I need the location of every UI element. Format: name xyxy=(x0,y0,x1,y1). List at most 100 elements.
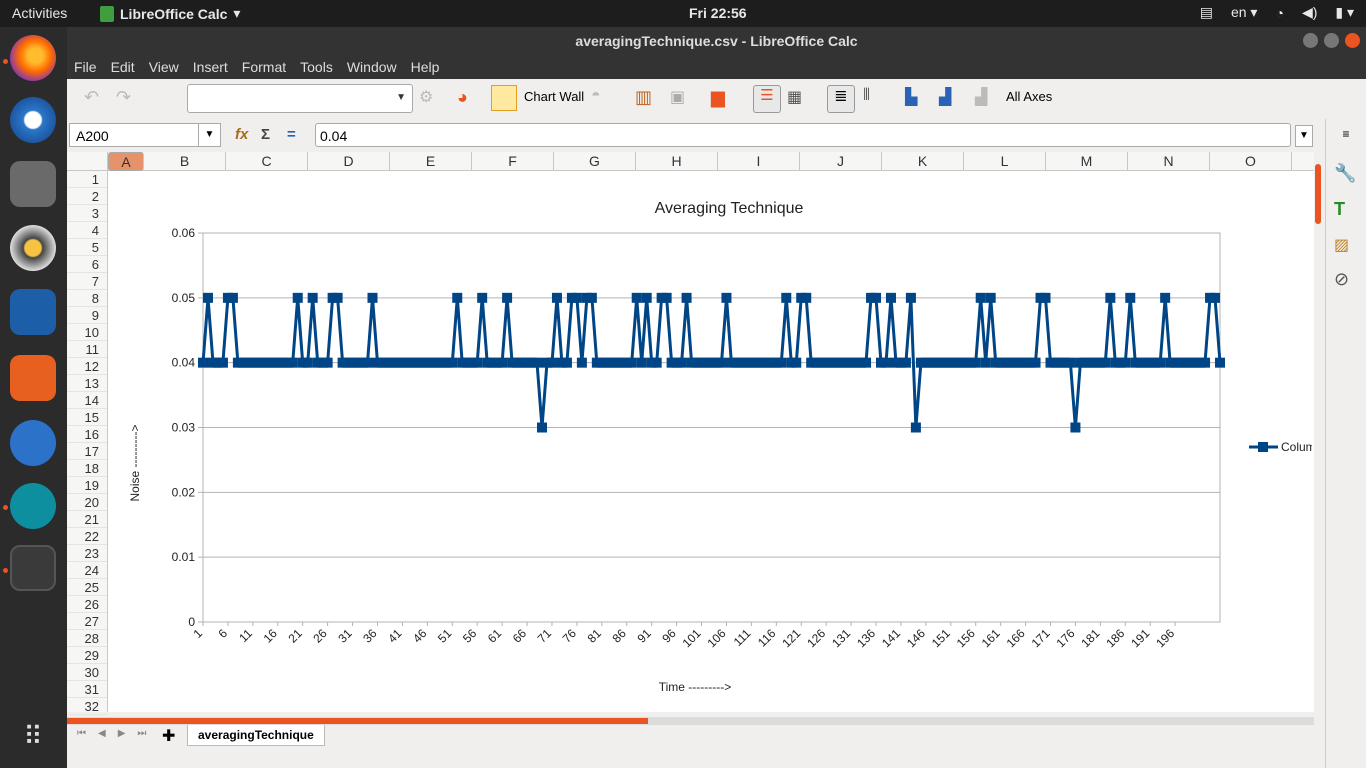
properties-icon[interactable]: 🔧 xyxy=(1334,163,1358,187)
chart-object[interactable]: Averaging Technique Time ---------> Nois… xyxy=(108,173,1314,712)
x-axis-label[interactable]: Time ---------> xyxy=(659,680,732,694)
data-point[interactable] xyxy=(497,357,508,368)
data-point[interactable] xyxy=(571,292,582,303)
row-header[interactable]: 25 xyxy=(67,579,107,596)
data-point[interactable] xyxy=(1030,357,1041,368)
insert-titles-icon[interactable]: ▆ xyxy=(711,87,735,111)
row-header[interactable]: 14 xyxy=(67,392,107,409)
row-header[interactable]: 29 xyxy=(67,647,107,664)
column-header[interactable]: H xyxy=(636,152,718,171)
data-point[interactable] xyxy=(292,292,303,303)
menu-format[interactable]: Format xyxy=(235,55,293,79)
language-indicator[interactable]: en ▾ xyxy=(1231,4,1258,21)
data-point[interactable] xyxy=(641,292,652,303)
data-point[interactable] xyxy=(1210,292,1221,303)
row-header[interactable]: 5 xyxy=(67,239,107,256)
menu-window[interactable]: Window xyxy=(340,55,404,79)
chart-element-select[interactable]: ▼ xyxy=(187,84,413,113)
chart-title[interactable]: Averaging Technique xyxy=(655,200,804,217)
data-point[interactable] xyxy=(1070,422,1081,433)
column-header[interactable]: I xyxy=(718,152,800,171)
undo-icon[interactable]: ↶ xyxy=(84,87,108,111)
data-point[interactable] xyxy=(447,357,458,368)
row-header[interactable]: 15 xyxy=(67,409,107,426)
row-header[interactable]: 8 xyxy=(67,290,107,307)
data-point[interactable] xyxy=(781,292,792,303)
row-header[interactable]: 27 xyxy=(67,613,107,630)
redo-icon[interactable]: ↷ xyxy=(116,87,140,111)
horizontal-grids-icon[interactable]: ≣ xyxy=(827,85,855,113)
data-point[interactable] xyxy=(885,292,896,303)
row-header[interactable]: 18 xyxy=(67,460,107,477)
data-point[interactable] xyxy=(1120,357,1131,368)
data-point[interactable] xyxy=(975,292,986,303)
row-header[interactable]: 16 xyxy=(67,426,107,443)
app-menu[interactable]: LibreOffice Calc ▾ xyxy=(100,5,240,22)
data-point[interactable] xyxy=(626,357,637,368)
data-point[interactable] xyxy=(980,357,991,368)
column-header[interactable]: J xyxy=(800,152,882,171)
data-point[interactable] xyxy=(502,292,513,303)
column-header[interactable]: M xyxy=(1046,152,1128,171)
data-point[interactable] xyxy=(1105,292,1116,303)
data-point[interactable] xyxy=(905,292,916,303)
x-axis[interactable]: 1 6 11 16 21 26 31 36 41 46 51 56 61 66 71 76 81 86 91 96 10… xyxy=(190,621,1220,650)
prev-sheet-icon[interactable]: ◀ xyxy=(98,728,106,739)
format-selection-icon[interactable]: ⚙ xyxy=(419,87,443,111)
z-axis-icon[interactable]: ▟ xyxy=(975,87,999,111)
data-point[interactable] xyxy=(910,422,921,433)
data-point[interactable] xyxy=(871,292,882,303)
row-header[interactable]: 30 xyxy=(67,664,107,681)
row-header[interactable]: 4 xyxy=(67,222,107,239)
data-point[interactable] xyxy=(367,292,378,303)
arduino-icon[interactable] xyxy=(10,483,56,529)
maximize-button[interactable] xyxy=(1324,33,1339,48)
data-point[interactable] xyxy=(472,357,483,368)
chart-series[interactable] xyxy=(198,292,1225,433)
data-point[interactable] xyxy=(651,357,662,368)
data-point[interactable] xyxy=(636,357,647,368)
system-tray[interactable]: ▤ en ▾ ◔ ◀) ▮ ▾ xyxy=(1200,4,1354,21)
thunderbird-icon[interactable] xyxy=(10,97,56,143)
rhythmbox-icon[interactable] xyxy=(10,225,56,271)
vertical-grids-icon[interactable]: ⦀ xyxy=(863,87,887,111)
menu-help[interactable]: Help xyxy=(404,55,447,79)
firefox-icon[interactable] xyxy=(10,35,56,81)
sidebar-menu-icon[interactable]: ≡ xyxy=(1334,127,1358,151)
chevron-down-icon[interactable]: ▼ xyxy=(198,124,220,146)
scroll-thumb[interactable] xyxy=(1315,164,1321,224)
menu-edit[interactable]: Edit xyxy=(104,55,142,79)
clock[interactable]: Fri 22:56 xyxy=(689,5,747,21)
row-header[interactable]: 12 xyxy=(67,358,107,375)
row-header[interactable]: 20 xyxy=(67,494,107,511)
calc-icon[interactable] xyxy=(10,545,56,591)
insert-legend-icon[interactable]: ▦ xyxy=(787,87,811,111)
gallery-icon[interactable]: ▨ xyxy=(1334,235,1358,259)
menu-view[interactable]: View xyxy=(142,55,186,79)
data-point[interactable] xyxy=(1200,357,1211,368)
data-point[interactable] xyxy=(985,292,996,303)
row-header[interactable]: 31 xyxy=(67,681,107,698)
function-wizard-icon[interactable]: fx xyxy=(235,126,248,143)
data-point[interactable] xyxy=(721,292,732,303)
notes-icon[interactable]: ▤ xyxy=(1200,4,1213,21)
data-point[interactable] xyxy=(551,292,562,303)
activities-button[interactable]: Activities xyxy=(12,5,67,21)
show-apps-icon[interactable]: ⠿ xyxy=(10,713,56,759)
data-point[interactable] xyxy=(287,357,298,368)
data-point[interactable] xyxy=(1040,292,1051,303)
data-point[interactable] xyxy=(791,357,802,368)
row-header[interactable]: 32 xyxy=(67,698,107,715)
formula-icon[interactable]: = xyxy=(287,126,296,143)
row-header[interactable]: 21 xyxy=(67,511,107,528)
column-header[interactable]: N xyxy=(1128,152,1210,171)
line-chart[interactable]: Averaging Technique Time ---------> Nois… xyxy=(108,173,1314,712)
chart-type-icon[interactable]: ◕ xyxy=(457,87,481,111)
column-header[interactable]: A xyxy=(108,152,144,171)
column-header[interactable]: G xyxy=(554,152,636,171)
sum-icon[interactable]: Σ xyxy=(261,126,270,143)
add-sheet-icon[interactable]: ✚ xyxy=(162,726,175,746)
data-point[interactable] xyxy=(970,357,981,368)
column-header[interactable]: C xyxy=(226,152,308,171)
data-point[interactable] xyxy=(362,357,373,368)
